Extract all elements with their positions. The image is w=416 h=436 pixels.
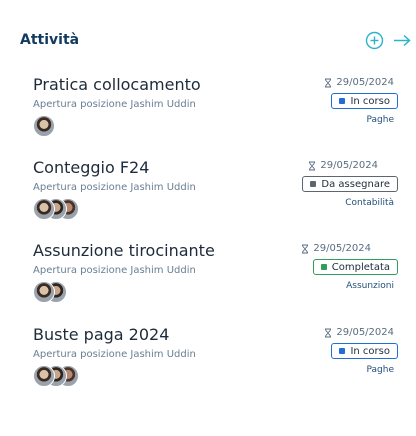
activity-title: Pratica collocamento xyxy=(33,75,201,94)
activity-subtitle: Apertura posizione Jashim Uddin xyxy=(33,99,196,110)
status-badge: Completata xyxy=(312,259,398,275)
activity-subtitle: Apertura posizione Jashim Uddin xyxy=(33,265,196,276)
category-link[interactable]: Paghe xyxy=(367,115,395,125)
status-dot xyxy=(339,348,346,354)
activity-item[interactable]: Conteggio F24 Apertura posizione Jashim … xyxy=(0,158,416,238)
status-badge: In corso xyxy=(331,93,398,109)
activities-header: Attività xyxy=(0,0,416,80)
activity-item[interactable]: Assunzione tirocinante Apertura posizion… xyxy=(0,241,416,321)
status-dot xyxy=(320,264,327,270)
activity-item[interactable]: Buste paga 2024 Apertura posizione Jashi… xyxy=(0,325,416,405)
activity-item[interactable]: Pratica collocamento Apertura posizione … xyxy=(0,75,416,155)
date-text: 29/05/2024 xyxy=(336,77,394,88)
activity-date: 29/05/2024 xyxy=(324,327,394,338)
date-text: 29/05/2024 xyxy=(336,327,394,338)
hourglass-icon xyxy=(325,78,332,87)
avatar xyxy=(33,281,55,303)
status-dot xyxy=(310,181,317,187)
activity-subtitle: Apertura posizione Jashim Uddin xyxy=(33,349,196,360)
activity-date: 29/05/2024 xyxy=(324,77,394,88)
avatar xyxy=(33,198,55,220)
view-all-button[interactable] xyxy=(392,31,412,50)
hourglass-icon xyxy=(302,244,309,253)
activity-title: Conteggio F24 xyxy=(33,158,150,177)
status-badge: Da assegnare xyxy=(302,176,398,192)
hourglass-icon xyxy=(309,161,316,170)
avatar xyxy=(33,115,55,137)
plus-circle-icon xyxy=(365,31,384,50)
category-link[interactable]: Paghe xyxy=(367,365,395,375)
status-label: In corso xyxy=(350,95,390,107)
category-link[interactable]: Contabilità xyxy=(345,198,394,208)
activity-date: 29/05/2024 xyxy=(308,160,378,171)
activity-subtitle: Apertura posizione Jashim Uddin xyxy=(33,182,196,193)
date-text: 29/05/2024 xyxy=(313,243,371,254)
date-text: 29/05/2024 xyxy=(320,160,378,171)
hourglass-icon xyxy=(325,328,332,337)
arrow-right-icon xyxy=(394,34,411,47)
category-link[interactable]: Assunzioni xyxy=(346,281,394,291)
status-label: Da assegnare xyxy=(321,178,390,190)
activity-title: Assunzione tirocinante xyxy=(33,241,215,260)
activity-title: Buste paga 2024 xyxy=(33,325,170,344)
status-label: In corso xyxy=(350,345,390,357)
avatar xyxy=(33,365,55,387)
activity-date: 29/05/2024 xyxy=(301,243,371,254)
status-badge: In corso xyxy=(331,343,398,359)
add-activity-button[interactable] xyxy=(365,31,384,50)
status-label: Completata xyxy=(331,261,390,273)
page-title: Attività xyxy=(20,32,80,48)
status-dot xyxy=(339,98,346,104)
